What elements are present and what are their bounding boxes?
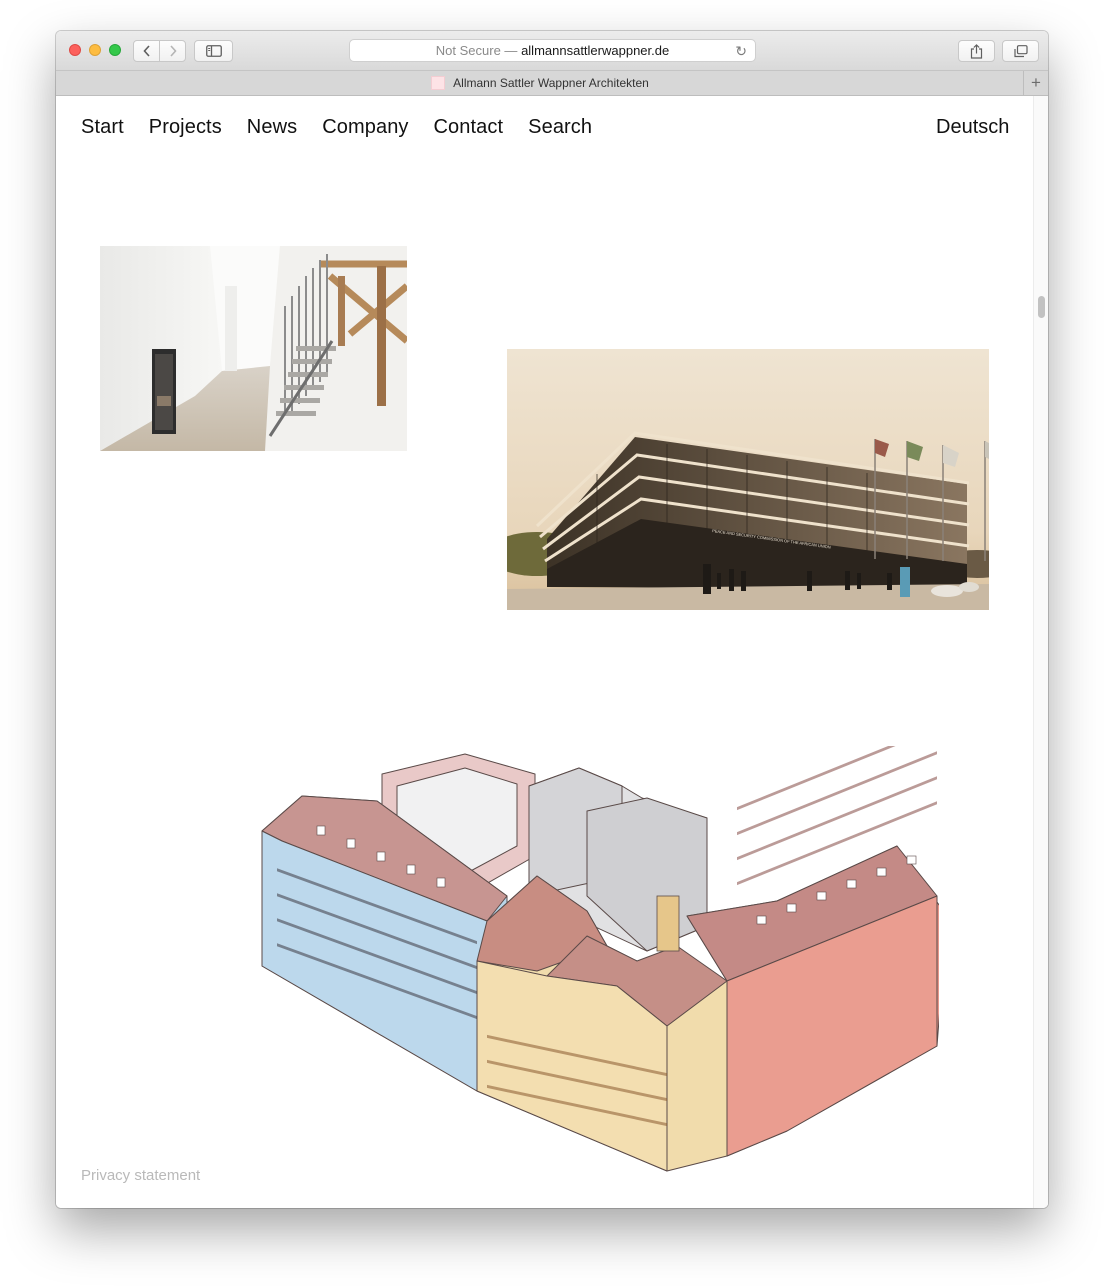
scrollbar-thumb[interactable]	[1038, 296, 1045, 318]
page-scrollbar[interactable]	[1033, 96, 1048, 1208]
back-button[interactable]	[134, 41, 159, 61]
minimize-window-button[interactable]	[89, 44, 101, 56]
active-tab[interactable]: Allmann Sattler Wappner Architekten	[56, 71, 1024, 95]
history-nav	[133, 40, 186, 62]
sidebar-icon	[205, 45, 222, 57]
close-window-button[interactable]	[69, 44, 81, 56]
share-icon	[970, 43, 983, 59]
zoom-window-button[interactable]	[109, 44, 121, 56]
browser-window: Not Secure — allmannsattlerwappner.de ↻ …	[56, 31, 1048, 1208]
interior-photo	[100, 246, 407, 451]
forward-button[interactable]	[159, 41, 185, 61]
nav-search[interactable]: Search	[528, 116, 592, 139]
page-content: Start Projects News Company Contact Sear…	[56, 96, 1048, 1208]
nav-company[interactable]: Company	[322, 116, 408, 139]
tab-title: Allmann Sattler Wappner Architekten	[453, 76, 649, 90]
browser-toolbar: Not Secure — allmannsattlerwappner.de ↻	[56, 31, 1048, 71]
tab-overview-button[interactable]	[1002, 40, 1039, 62]
sidebar-toggle-button[interactable]	[194, 40, 233, 62]
favicon-icon	[431, 76, 446, 90]
nav-news[interactable]: News	[247, 116, 297, 139]
reload-icon[interactable]: ↻	[735, 43, 747, 60]
project-image-office-rendering[interactable]: PEACE AND SECURITY COMMISSION OF THE AFR…	[507, 349, 989, 610]
address-domain: allmannsattlerwappner.de	[521, 43, 670, 58]
new-tab-button[interactable]: +	[1023, 71, 1048, 95]
back-icon	[142, 45, 150, 57]
share-button[interactable]	[958, 40, 995, 62]
project-image-axonometric-block[interactable]	[257, 746, 939, 1178]
nav-start[interactable]: Start	[81, 116, 124, 139]
address-bar[interactable]: Not Secure — allmannsattlerwappner.de ↻	[349, 39, 756, 62]
privacy-link[interactable]: Privacy statement	[81, 1167, 200, 1184]
project-image-interior-staircase[interactable]	[100, 246, 407, 451]
nav-contact[interactable]: Contact	[434, 116, 504, 139]
axonometric-drawing	[261, 746, 939, 1172]
forward-icon	[169, 45, 177, 57]
tabs-icon	[1013, 44, 1028, 57]
site-nav: Start Projects News Company Contact Sear…	[81, 116, 617, 139]
nav-projects[interactable]: Projects	[149, 116, 222, 139]
rendering-photo: PEACE AND SECURITY COMMISSION OF THE AFR…	[507, 349, 989, 610]
tab-bar: Allmann Sattler Wappner Architekten +	[56, 71, 1048, 96]
security-label: Not Secure —	[435, 43, 518, 58]
language-switch[interactable]: Deutsch	[936, 116, 1009, 139]
